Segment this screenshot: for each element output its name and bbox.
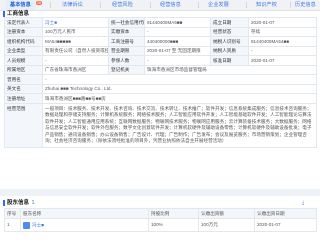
cell-value: 2020-01-07 xyxy=(248,17,317,28)
table-row: 人员规模 - 参保人数 - 核准日期 2020-01-07 xyxy=(4,55,317,66)
table-header-row: 序号 股东名称 持股比例 认缴出资额 认缴出资日期 xyxy=(4,208,317,219)
cell-value: 2020-01-07 至 无固定期限 xyxy=(144,45,211,56)
cell-value: - xyxy=(144,55,211,66)
cell-label: 参保人数 xyxy=(108,55,145,66)
table-row: 经营范围 一般项目：技术服务、技术开发、技术咨询、技术交流、技术转让、技术推广；… xyxy=(4,102,317,149)
tab-history[interactable]: 历史信息 xyxy=(295,0,316,10)
business-scope-text: 一般项目：技术服务、技术开发、技术咨询、技术交流、技术转让、技术推广；软件开发；… xyxy=(42,102,317,149)
tab-divider xyxy=(290,2,291,8)
avatar xyxy=(23,221,30,229)
cell-label: 营业期限 xyxy=(108,45,145,56)
cell-label: 纳税人识别号 xyxy=(210,36,249,47)
cell-value: 广东省珠海市香洲区 xyxy=(42,64,109,75)
legal-rep-link[interactable]: 冯士■ xyxy=(42,17,109,28)
cell-value: 91440400MA54■■ xyxy=(248,36,317,47)
cell-value: 100万元人民币 xyxy=(42,26,109,37)
cell-label: 组织机构代码 xyxy=(4,36,43,47)
tab-risk[interactable]: 经营风险 xyxy=(112,0,133,10)
tab-divider xyxy=(198,2,199,8)
table-row: 所属地区 广东省珠海市香洲区 登记机关 珠海市香洲区市场监督管理局 xyxy=(4,64,317,75)
investor-title: 股东信息 1 xyxy=(7,200,35,207)
tab-operation[interactable]: 经营信息 xyxy=(160,0,181,10)
section-divider xyxy=(0,189,320,196)
cell-label: 经营范围 xyxy=(4,102,43,149)
investor-count: 1 xyxy=(31,200,35,206)
table-row: 曾用名 - xyxy=(4,74,317,85)
cell-value: 100万元 xyxy=(198,218,255,232)
table-row: 注册地址 珠海市香洲区■■■路■■号■■房 xyxy=(4,93,317,104)
cell-label: 统一社会信用代码 xyxy=(108,17,145,28)
cell-value: 440400000■■■ xyxy=(144,36,211,47)
tab-divider xyxy=(100,2,101,8)
export-icon[interactable]: ⤓ xyxy=(302,200,304,206)
cell-value: 100% xyxy=(148,218,199,232)
cell-value: 珠海市香洲区市场监督管理局 xyxy=(144,64,317,75)
cell-value: 2020-01-07 xyxy=(254,218,317,232)
row-index: 1 xyxy=(4,218,21,232)
cell-value: - xyxy=(42,74,317,85)
tab-divider xyxy=(50,2,51,8)
cell-label: 实缴资本 xyxy=(108,26,145,37)
table-row: 组织机构代码 MA54■■■■■ 工商注册号 440400000■■■ 纳税人识… xyxy=(4,36,317,47)
cell-value: MA54■■■■■ xyxy=(42,36,109,47)
table-row: 法定代表人 冯士■ 统一社会信用代码 91440400MA5■■ 成立日期 20… xyxy=(4,17,317,28)
tab-divider xyxy=(246,2,247,8)
cell-label: 英文名 xyxy=(4,83,43,94)
column-header: 持股比例 xyxy=(148,208,199,219)
cell-value: 珠海市香洲区■■■路■■号■■房 xyxy=(42,93,317,104)
investor-title-label: 股东信息 xyxy=(7,200,30,206)
business-info-table: 法定代表人 冯士■ 统一社会信用代码 91440400MA5■■ 成立日期 20… xyxy=(4,17,317,149)
tab-divider xyxy=(150,2,151,8)
tab-bar: 基本信息 法律诉讼 经营风险 经营信息 企业发展 知识产权 历史信息 26 xyxy=(0,0,320,11)
cell-value: 91440400MA5■■ xyxy=(144,17,211,28)
tab-ip[interactable]: 知识产权 xyxy=(256,0,277,10)
cell-label: 注册资本 xyxy=(4,26,43,37)
cell-label: 成立日期 xyxy=(210,17,249,28)
cell-label: 登记机关 xyxy=(108,64,145,75)
cell-label: 曾用名 xyxy=(4,74,43,85)
investor-name-link[interactable]: 冯士■ xyxy=(32,222,44,227)
table-row: 企业类型 有限责任公司（自然人投资或控股） 营业期限 2020-01-07 至 … xyxy=(4,45,317,56)
cell-value: - xyxy=(144,26,211,37)
column-header: 认缴出资日期 xyxy=(254,208,317,219)
cell-label: 人员规模 xyxy=(4,55,43,66)
cell-value: - xyxy=(42,55,109,66)
cell-value: 2020-01-07 xyxy=(248,55,317,66)
investor-cell: 冯士■ xyxy=(20,218,149,232)
cell-label: 经营状态 xyxy=(210,26,249,37)
column-header: 股东名称 xyxy=(20,208,149,219)
cell-label: 企业类型 xyxy=(4,45,43,56)
column-header: 认缴出资额 xyxy=(198,208,255,219)
cell-label: 注册地址 xyxy=(4,93,43,104)
tab-legal[interactable]: 法律诉讼 xyxy=(62,0,83,10)
cell-label: 工商注册号 xyxy=(108,36,145,47)
table-row: 英文名 Zhuhai ■■■ Technology Co., Ltd. xyxy=(4,83,317,94)
tab-badge: 26 xyxy=(36,1,42,6)
cell-value: Zhuhai ■■■ Technology Co., Ltd. xyxy=(42,83,317,94)
column-header: 序号 xyxy=(4,208,21,219)
cell-value: 有限责任公司（自然人投资或控股） xyxy=(42,45,109,56)
cell-value: 存续 xyxy=(248,26,317,37)
cell-label: 核准日期 xyxy=(210,55,249,66)
cell-value: - xyxy=(248,45,317,56)
section-accent xyxy=(3,200,5,206)
tab-basic-info[interactable]: 基本信息 xyxy=(6,0,35,10)
investor-table: 序号 股东名称 持股比例 认缴出资额 认缴出资日期 1 冯士■ 100% 100… xyxy=(4,208,317,232)
cell-label: 所属地区 xyxy=(4,64,43,75)
tab-development[interactable]: 企业发展 xyxy=(208,0,229,10)
table-row: 1 冯士■ 100% 100万元 2020-01-07 xyxy=(4,218,317,232)
cell-label: 纳税人资质 xyxy=(210,45,249,56)
cell-label: 法定代表人 xyxy=(4,17,43,28)
table-row: 注册资本 100万元人民币 实缴资本 - 经营状态 存续 xyxy=(4,26,317,37)
